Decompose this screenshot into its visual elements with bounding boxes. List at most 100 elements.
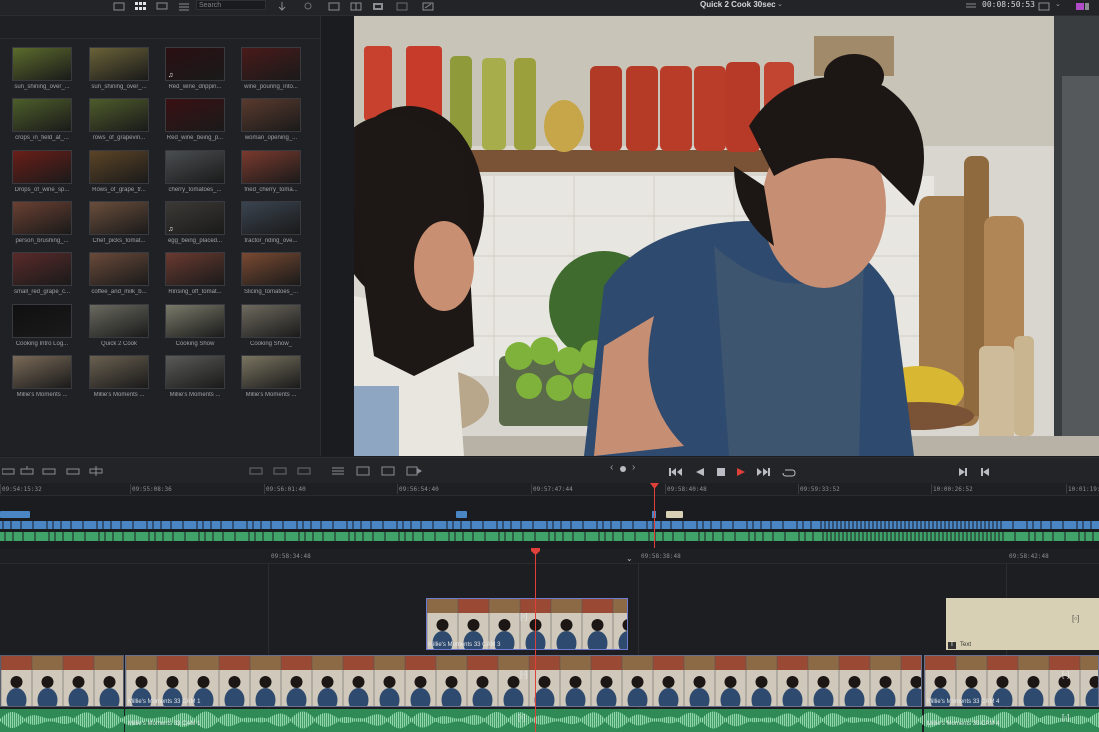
media-pool-header xyxy=(0,16,320,39)
filmstrip-icon[interactable] xyxy=(372,2,384,11)
mark-in-icon[interactable] xyxy=(958,464,968,482)
media-clip-thumbnail[interactable] xyxy=(165,98,225,133)
media-clip-label: crops_in_field_at_... xyxy=(15,135,69,142)
media-clip-label: sun_shining_over_... xyxy=(14,84,70,90)
media-clip-thumbnail[interactable] xyxy=(165,252,225,287)
search-input[interactable]: Search xyxy=(196,0,266,10)
source-overwrite-icon[interactable] xyxy=(297,463,311,481)
refresh-icon[interactable] xyxy=(302,2,314,11)
timeline-name[interactable]: Quick 2 Cook 30sec xyxy=(700,0,776,9)
v3-clip[interactable] xyxy=(456,511,467,518)
viewer-video-frame[interactable] xyxy=(354,16,1099,456)
timecode-display: 00:08:50:53 xyxy=(982,0,1035,9)
monitor-dropdown-icon[interactable]: ⌄ xyxy=(1055,0,1061,8)
v3-clip[interactable] xyxy=(0,511,30,518)
image-wipe-icon[interactable] xyxy=(350,2,362,11)
color-mark-icon[interactable] xyxy=(1076,2,1089,11)
media-clip-thumbnail[interactable] xyxy=(89,303,149,338)
timecode-settings-icon[interactable] xyxy=(965,2,977,11)
safe-area-icon[interactable] xyxy=(396,2,408,11)
thumbnail-view-icon[interactable] xyxy=(134,2,146,11)
lower-playhead-marker[interactable] xyxy=(531,548,540,556)
overview-cut-marks xyxy=(2,521,1094,541)
media-clip-thumbnail[interactable] xyxy=(12,200,72,235)
media-clip-thumbnail[interactable] xyxy=(241,98,301,133)
ruler-timecode: 09:54:15:32 xyxy=(2,486,42,493)
timeline-dropdown-icon[interactable]: ⌄ xyxy=(777,0,783,8)
sort-arrow-icon[interactable] xyxy=(276,2,288,11)
media-clip-label: Red_wine_drippin... xyxy=(168,84,222,90)
v1-clip-start[interactable] xyxy=(0,655,124,707)
ruler-tick xyxy=(130,484,131,494)
timeline-options-icon[interactable] xyxy=(331,463,345,481)
media-clip-thumbnail[interactable] xyxy=(89,98,149,133)
play-icon[interactable] xyxy=(736,464,746,482)
mark-out-icon[interactable] xyxy=(980,464,990,482)
media-clip-thumbnail[interactable] xyxy=(12,252,72,287)
ruler-timecode: 10:01:19:56 xyxy=(1068,486,1099,493)
media-clip-thumbnail[interactable] xyxy=(12,303,72,338)
upper-playhead-marker[interactable] xyxy=(650,483,659,490)
zoom-dropdown-icon[interactable]: ⌄ xyxy=(626,554,633,563)
ruler-timecode: 09:56:54:40 xyxy=(399,486,439,493)
ruler-tick xyxy=(1066,484,1067,494)
monitor-icon[interactable] xyxy=(1038,2,1050,11)
audio-note-icon: ♫ xyxy=(168,72,174,79)
previous-edit-icon[interactable]: ‹ xyxy=(610,462,613,473)
media-clip-label: Millie's Moments ... xyxy=(169,391,221,398)
media-clip-label: wine_pouring_into... xyxy=(244,84,298,90)
media-clip-thumbnail[interactable] xyxy=(241,200,301,235)
ruler-tick xyxy=(798,484,799,494)
media-clip-thumbnail[interactable] xyxy=(12,98,72,133)
place-on-top-icon[interactable] xyxy=(89,463,103,481)
media-clip-thumbnail[interactable] xyxy=(89,354,149,389)
media-clip-thumbnail[interactable] xyxy=(12,354,72,389)
close-up-icon[interactable] xyxy=(273,463,287,481)
media-clip-thumbnail[interactable] xyxy=(241,149,301,184)
media-clip-label: tractor_riding_ove... xyxy=(244,237,298,244)
media-clip-thumbnail[interactable] xyxy=(165,303,225,338)
media-clip-label: coffee_and_milk_b... xyxy=(91,289,147,296)
media-clip-thumbnail[interactable] xyxy=(89,252,149,287)
v2-clip-label: Millie's Moments 33 CAM 3 xyxy=(428,642,501,648)
media-clip-thumbnail[interactable] xyxy=(241,252,301,287)
go-to-end-icon[interactable] xyxy=(756,464,770,482)
fit-to-fill-icon[interactable] xyxy=(66,463,80,481)
lower-timeline-ruler[interactable] xyxy=(0,549,1099,564)
media-clip-thumbnail[interactable] xyxy=(12,149,72,184)
v1-clip-cam1[interactable] xyxy=(125,655,922,707)
v1-cam4-multicam-icon: [▫] xyxy=(1062,670,1070,679)
media-clip-thumbnail[interactable] xyxy=(89,200,149,235)
stop-icon[interactable] xyxy=(716,464,726,482)
go-to-start-icon[interactable] xyxy=(669,464,683,482)
media-clip-thumbnail[interactable]: ♫ xyxy=(165,47,225,81)
loop-icon[interactable] xyxy=(782,464,796,482)
play-mode-icon[interactable] xyxy=(406,463,422,481)
media-clip-thumbnail[interactable]: ♫ xyxy=(165,200,225,235)
list-view-icon[interactable] xyxy=(113,2,125,11)
text-clip-overview[interactable] xyxy=(666,511,683,518)
upper-playhead-line[interactable] xyxy=(654,484,655,548)
ripple-overwrite-icon[interactable] xyxy=(249,463,263,481)
media-clip-thumbnail[interactable] xyxy=(241,303,301,338)
media-clip-thumbnail[interactable] xyxy=(89,47,149,81)
sort-list-icon[interactable] xyxy=(178,2,190,11)
fullscreen-icon[interactable] xyxy=(422,2,434,11)
media-clip-thumbnail[interactable] xyxy=(12,47,72,81)
replace-clip-icon[interactable] xyxy=(42,463,56,481)
media-clip-thumbnail[interactable] xyxy=(241,354,301,389)
media-clip-thumbnail[interactable] xyxy=(89,149,149,184)
clip-mode-icon[interactable] xyxy=(381,463,395,481)
overwrite-clip-icon[interactable] xyxy=(20,463,34,481)
lower-playhead-line[interactable] xyxy=(535,550,536,732)
media-clip-thumbnail[interactable] xyxy=(241,47,301,81)
play-reverse-icon[interactable] xyxy=(695,464,705,482)
next-edit-icon[interactable]: › xyxy=(632,462,635,473)
media-clip-thumbnail[interactable] xyxy=(165,149,225,184)
jog-dot-icon[interactable] xyxy=(620,466,626,472)
viewer-mode-icon[interactable] xyxy=(356,463,370,481)
insert-clip-icon[interactable] xyxy=(1,463,16,481)
filmstrip-view-icon[interactable] xyxy=(156,2,168,11)
viewer-layout-icon[interactable] xyxy=(328,2,340,11)
media-clip-thumbnail[interactable] xyxy=(165,354,225,389)
